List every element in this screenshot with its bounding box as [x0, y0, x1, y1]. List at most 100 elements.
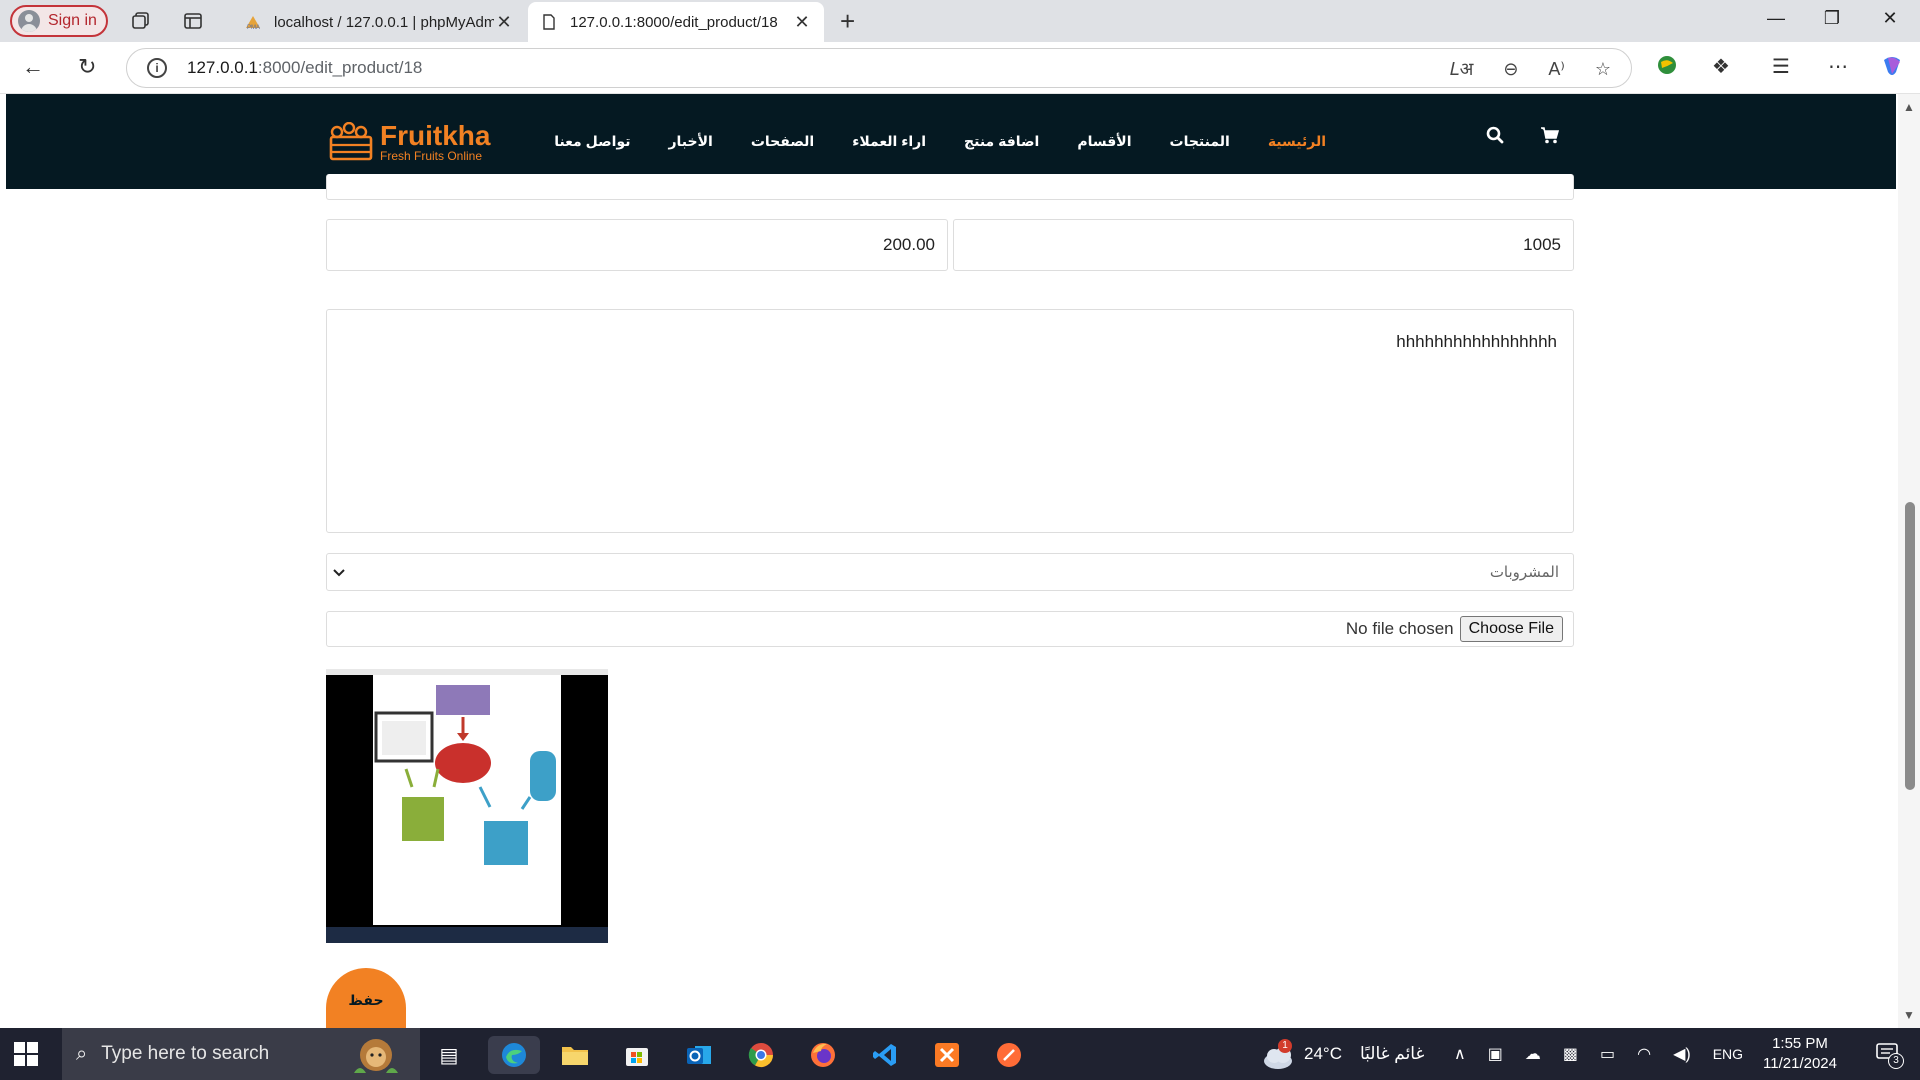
site-logo[interactable]: Fruitkha Fresh Fruits Online [328, 122, 490, 162]
address-bar[interactable]: i 127.0.0.1:8000/edit_product/18 𝐿अ ⊖ A⁾… [126, 48, 1632, 88]
file-explorer-icon[interactable] [556, 1036, 594, 1074]
battery-icon[interactable]: ▭ [1600, 1044, 1615, 1064]
show-hidden-icons-chevron-icon[interactable]: ∧ [1454, 1044, 1466, 1064]
security-center-icon[interactable]: ▩ [1563, 1044, 1578, 1064]
clock-time: 1:55 PM [1772, 1035, 1828, 1052]
back-arrow-icon[interactable]: ← [22, 54, 44, 80]
notification-count-badge: 3 [1888, 1053, 1904, 1069]
cloudy-weather-icon: 1 [1262, 1039, 1296, 1069]
onedrive-cloud-icon[interactable]: ☁ [1525, 1044, 1541, 1064]
search-icon[interactable] [1486, 126, 1504, 149]
extensions-puzzle-icon[interactable]: ❖ [1712, 54, 1730, 79]
nav-news[interactable]: الأخبار [668, 133, 712, 150]
microsoft-store-icon[interactable] [618, 1036, 656, 1074]
scrollbar-thumb[interactable] [1905, 502, 1915, 790]
clock-date: 11/21/2024 [1763, 1055, 1837, 1072]
logo-tagline: Fresh Fruits Online [380, 149, 483, 163]
nav-pages[interactable]: الصفحات [751, 133, 814, 150]
sign-in-button[interactable]: Sign in [10, 5, 108, 37]
nav-contact[interactable]: تواصل معنا [554, 133, 630, 150]
weather-temperature: 24°C [1304, 1044, 1342, 1063]
svg-text:PMA: PMA [247, 25, 260, 31]
nav-home[interactable]: الرئيسية [1268, 133, 1326, 150]
weather-alert-badge: 1 [1278, 1039, 1292, 1053]
restore-icon[interactable]: ❐ [1812, 8, 1852, 29]
image-file-input[interactable]: No file chosen Choose File [326, 611, 1574, 647]
meet-now-icon[interactable]: ▣ [1488, 1044, 1503, 1064]
taskbar-search-placeholder: Type here to search [101, 1043, 270, 1064]
more-options-icon[interactable]: ⋯ [1828, 54, 1848, 79]
category-select[interactable]: المشروبات [326, 553, 1574, 591]
name-field-partial[interactable] [326, 174, 1574, 200]
task-view-icon[interactable]: ▤ [430, 1036, 468, 1074]
url-text: 127.0.0.1:8000/edit_product/18 [187, 58, 423, 77]
search-icon: ⌕ [76, 1042, 88, 1065]
firefox-icon[interactable] [804, 1036, 842, 1074]
quantity-input[interactable]: 1005 [953, 219, 1574, 271]
extension-globe-icon[interactable] [1656, 54, 1678, 82]
nav-products[interactable]: المنتجات [1170, 133, 1230, 150]
windows-taskbar: ⌕ Type here to search ▤ 1 24°C غائم غالب [0, 1028, 1920, 1080]
shopping-cart-icon[interactable] [1540, 126, 1560, 149]
tab-title: localhost / 127.0.0.1 | phpMyAdm [274, 13, 494, 31]
browser-tab-strip: Sign in PMA localhost / 127.0.0.1 | phpM… [0, 0, 1920, 42]
browser-toolbar: ← ↻ i 127.0.0.1:8000/edit_product/18 𝐿अ … [0, 42, 1920, 94]
read-aloud-icon[interactable]: A⁾ [1548, 59, 1564, 80]
sign-in-label: Sign in [48, 12, 97, 29]
description-textarea[interactable]: hhhhhhhhhhhhhhhhh [326, 309, 1574, 533]
zoom-out-icon[interactable]: ⊖ [1503, 59, 1518, 80]
close-tab-icon[interactable]: ✕ [792, 12, 812, 33]
input-language[interactable]: ENG [1713, 1046, 1743, 1062]
notification-center-icon[interactable]: 3 [1868, 1028, 1908, 1080]
scroll-down-icon[interactable]: ▼ [1903, 1008, 1915, 1022]
sublime-or-postman-icon[interactable] [990, 1036, 1028, 1074]
chevron-down-icon [333, 564, 345, 581]
vscode-icon[interactable] [866, 1036, 904, 1074]
category-selected-value: المشروبات [1489, 564, 1559, 581]
xampp-icon[interactable] [928, 1036, 966, 1074]
weather-widget[interactable]: 1 24°C غائم غالبًا [1262, 1028, 1424, 1080]
wifi-icon[interactable]: ◠ [1637, 1044, 1651, 1064]
window-close-icon[interactable]: ✕ [1870, 8, 1910, 29]
chrome-icon[interactable] [742, 1036, 780, 1074]
close-tab-icon[interactable]: ✕ [494, 12, 514, 33]
vertical-tabs-icon[interactable] [180, 8, 206, 34]
workspaces-icon[interactable] [128, 8, 154, 34]
translate-icon[interactable]: 𝐿अ [1449, 57, 1473, 81]
favorite-star-icon[interactable]: ☆ [1595, 59, 1611, 80]
nav-add-product[interactable]: اضافة منتج [964, 133, 1039, 150]
new-tab-button[interactable]: + [840, 6, 855, 37]
logo-name: Fruitkha [380, 120, 491, 151]
weather-description: غائم غالبًا [1359, 1044, 1425, 1063]
page-favicon-icon [543, 14, 555, 30]
tab-phpmyadmin[interactable]: PMA localhost / 127.0.0.1 | phpMyAdm ✕ [232, 2, 526, 42]
choose-file-button[interactable]: Choose File [1459, 616, 1563, 642]
save-button[interactable]: حفظ [326, 968, 406, 1028]
profile-avatar-icon [18, 10, 40, 32]
nav-testimonials[interactable]: اراء العملاء [852, 133, 926, 150]
site-info-icon[interactable]: i [147, 58, 167, 78]
product-image-preview [326, 669, 608, 943]
file-status-text: No file chosen [1345, 619, 1454, 638]
phpmyadmin-favicon-icon: PMA [246, 16, 260, 31]
favorites-list-icon[interactable]: ☰ [1772, 54, 1790, 79]
windows-start-icon[interactable] [14, 1042, 38, 1066]
nav-categories[interactable]: الأقسام [1077, 133, 1131, 150]
outlook-icon[interactable] [680, 1036, 718, 1074]
scroll-up-icon[interactable]: ▲ [1903, 100, 1915, 114]
page-viewport: Fruitkha Fresh Fruits Online الرئيسية ال… [0, 94, 1920, 1028]
system-clock[interactable]: 1:55 PM 11/21/2024 [1760, 1034, 1840, 1074]
reload-icon[interactable]: ↻ [78, 54, 96, 80]
minimize-icon[interactable]: — [1756, 8, 1796, 29]
copilot-icon[interactable] [1880, 54, 1904, 84]
taskbar-search-box[interactable]: ⌕ Type here to search [62, 1028, 420, 1080]
tab-title: 127.0.0.1:8000/edit_product/18 [570, 13, 778, 31]
price-input[interactable]: 200.00 [326, 219, 948, 271]
fruit-basket-logo-icon [329, 122, 373, 161]
product-image [326, 669, 608, 943]
page-scrollbar[interactable]: ▲ ▼ [1898, 94, 1920, 1028]
tab-edit-product[interactable]: 127.0.0.1:8000/edit_product/18 ✕ [528, 2, 824, 42]
volume-icon[interactable]: ◀) [1673, 1044, 1691, 1064]
search-highlight-lion-icon [346, 1033, 406, 1075]
edge-app-icon[interactable] [488, 1036, 540, 1074]
